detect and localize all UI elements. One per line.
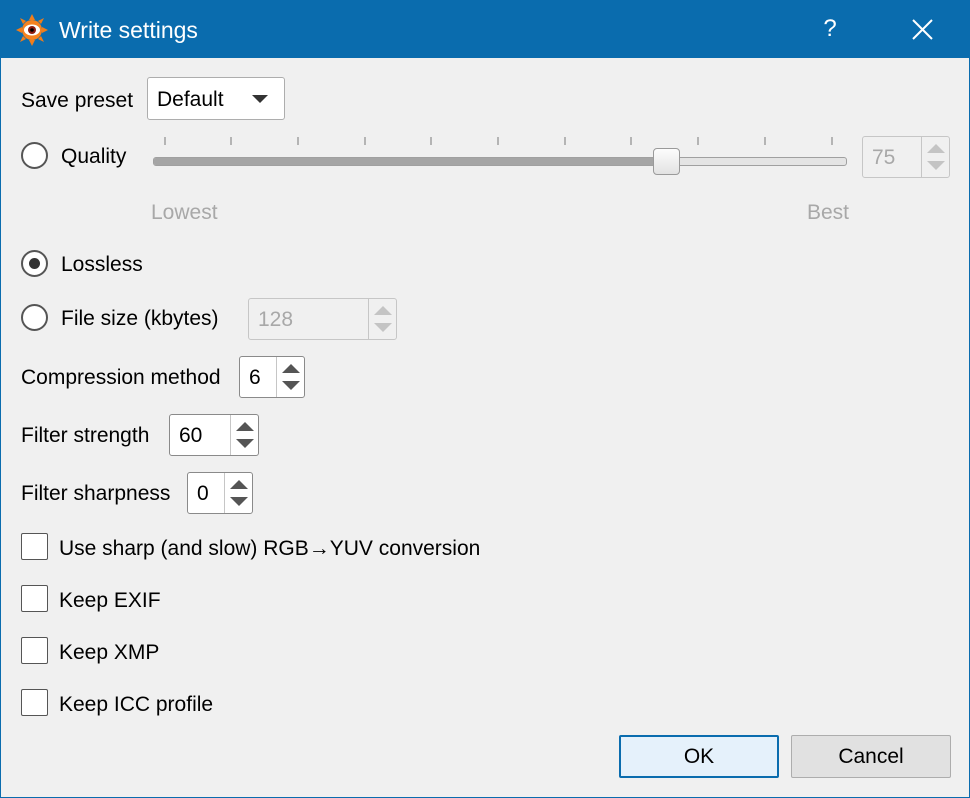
xnview-eye-icon <box>16 14 48 46</box>
compression-method-label: Compression method <box>21 366 221 389</box>
quality-radio[interactable] <box>21 142 48 169</box>
slider-tick <box>831 137 833 145</box>
compression-method-value: 6 <box>249 366 261 389</box>
arrow-down-icon <box>282 381 300 390</box>
file-size-label: File size (kbytes) <box>61 307 219 330</box>
lowest-label: Lowest <box>151 201 218 224</box>
filter-strength-value: 60 <box>179 424 203 447</box>
compression-method-spin-buttons[interactable] <box>276 357 304 397</box>
arrow-up-icon <box>927 144 945 153</box>
slider-tick <box>497 137 499 145</box>
file-size-spinbox[interactable]: 128 <box>248 298 397 340</box>
quality-label: Quality <box>61 145 127 168</box>
keep-xmp-label: Keep XMP <box>59 641 160 664</box>
window-title: Write settings <box>59 17 198 43</box>
keep-icc-label: Keep ICC profile <box>59 693 214 716</box>
slider-tick <box>164 137 166 145</box>
save-preset-label: Save preset <box>21 89 134 112</box>
slider-tick <box>697 137 699 145</box>
filter-sharpness-value: 0 <box>197 482 209 505</box>
keep-exif-label: Keep EXIF <box>59 589 161 612</box>
quality-spinbox[interactable]: 75 <box>862 136 950 178</box>
sharp-yuv-label: Use sharp (and slow) RGB→YUV conversion <box>59 537 481 560</box>
keep-icc-checkbox[interactable] <box>21 689 48 716</box>
lossless-label: Lossless <box>61 253 143 276</box>
write-settings-dialog: Write settings ? Save preset Default Qua… <box>0 0 970 798</box>
quality-spin-buttons[interactable] <box>921 137 949 177</box>
filter-sharpness-spinbox[interactable]: 0 <box>187 472 253 514</box>
question-mark-icon: ? <box>823 15 837 42</box>
keep-exif-checkbox[interactable] <box>21 585 48 612</box>
arrow-down-icon <box>230 497 248 506</box>
slider-tick <box>764 137 766 145</box>
slider-tick <box>564 137 566 145</box>
title-bar: Write settings ? <box>1 1 969 58</box>
filter-strength-label: Filter strength <box>21 424 150 447</box>
slider-handle[interactable] <box>653 148 681 175</box>
arrow-up-icon <box>374 306 392 315</box>
file-size-spin-buttons[interactable] <box>368 299 396 339</box>
file-size-value: 128 <box>258 308 294 331</box>
close-icon <box>912 19 933 40</box>
arrow-down-icon <box>374 323 392 332</box>
slider-fill <box>154 158 668 165</box>
arrow-up-icon <box>236 422 254 431</box>
arrow-up-icon <box>230 480 248 489</box>
slider-tick <box>230 137 232 145</box>
arrow-down-icon <box>927 161 945 170</box>
quality-slider[interactable] <box>151 134 849 175</box>
best-label: Best <box>807 201 850 224</box>
slider-tick <box>630 137 632 145</box>
filter-sharpness-spin-buttons[interactable] <box>224 473 252 513</box>
slider-tick <box>364 137 366 145</box>
filter-sharpness-label: Filter sharpness <box>21 482 171 505</box>
file-size-radio[interactable] <box>21 304 48 331</box>
save-preset-value: Default <box>157 88 224 111</box>
slider-tick <box>297 137 299 145</box>
keep-xmp-checkbox[interactable] <box>21 637 48 664</box>
help-button[interactable]: ? <box>807 9 853 49</box>
dialog-body: Save preset Default Quality 75 Lowest Be… <box>1 58 969 797</box>
quality-value: 75 <box>872 146 896 169</box>
filter-strength-spin-buttons[interactable] <box>230 415 258 455</box>
chevron-down-icon <box>252 95 268 103</box>
arrow-up-icon <box>282 364 300 373</box>
sharp-yuv-checkbox[interactable] <box>21 533 48 560</box>
compression-method-spinbox[interactable]: 6 <box>239 356 305 398</box>
cancel-button[interactable]: Cancel <box>791 735 951 778</box>
save-preset-dropdown[interactable]: Default <box>147 77 285 120</box>
ok-button[interactable]: OK <box>619 735 779 778</box>
lossless-radio[interactable] <box>21 250 48 277</box>
slider-track <box>153 157 847 166</box>
slider-tick <box>430 137 432 145</box>
close-button[interactable] <box>897 9 947 49</box>
arrow-down-icon <box>236 439 254 448</box>
filter-strength-spinbox[interactable]: 60 <box>169 414 259 456</box>
